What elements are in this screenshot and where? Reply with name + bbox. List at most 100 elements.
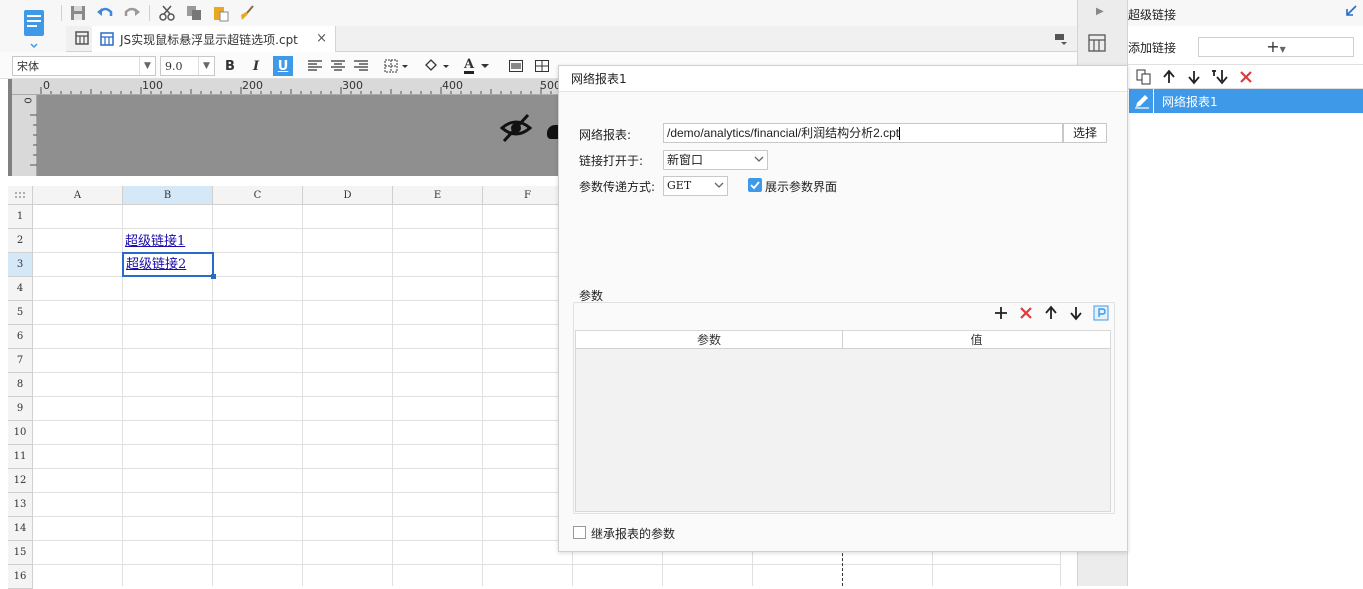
row-header[interactable]: 9: [8, 397, 33, 421]
show-params-label: 展示参数界面: [765, 180, 838, 194]
column-header[interactable]: D: [303, 186, 393, 205]
params-table: 参数 值: [575, 330, 1111, 512]
merge-cells-icon[interactable]: [506, 56, 526, 76]
row-header[interactable]: 12: [8, 469, 33, 493]
param-method-select[interactable]: GET: [663, 176, 728, 196]
row-header[interactable]: 3: [8, 253, 33, 277]
param-p-icon[interactable]: [1093, 305, 1109, 321]
inherit-params-label: 继承报表的参数: [591, 527, 676, 541]
row-header[interactable]: 16: [8, 565, 33, 589]
copy-icon[interactable]: [183, 2, 205, 24]
select-button[interactable]: 选择: [1063, 123, 1107, 143]
add-link-button[interactable]: +▼: [1198, 37, 1354, 57]
chevron-down-icon: ▼: [1279, 45, 1286, 54]
canvas-background: [37, 95, 558, 176]
chevron-down-icon: [714, 181, 724, 189]
bold-button[interactable]: B: [220, 56, 240, 76]
move-down-icon[interactable]: [1186, 69, 1202, 85]
font-family-value: 宋体: [17, 60, 39, 73]
column-header[interactable]: B: [123, 186, 213, 205]
align-left-icon[interactable]: [305, 56, 325, 76]
ruler-tick-label: 500: [540, 79, 558, 92]
delete-icon[interactable]: [1238, 69, 1254, 85]
row-header[interactable]: 11: [8, 445, 33, 469]
hide-icon[interactable]: [499, 111, 533, 145]
tab-bar: JS实现鼠标悬浮显示超链选项.cpt ×: [66, 26, 1077, 52]
tab-file[interactable]: JS实现鼠标悬浮显示超链选项.cpt ×: [92, 26, 336, 52]
font-size-select[interactable]: 9.0 ▼: [160, 56, 215, 76]
logo-icon[interactable]: [12, 6, 56, 50]
row-header[interactable]: 13: [8, 493, 33, 517]
row-header[interactable]: 5: [8, 301, 33, 325]
add-link-label: 添加链接: [1128, 41, 1177, 55]
redo-icon[interactable]: [121, 2, 143, 24]
column-header[interactable]: 参数: [576, 331, 843, 349]
row-header[interactable]: 14: [8, 517, 33, 541]
row-header[interactable]: 1: [8, 205, 33, 229]
chevron-down-icon: ▼: [139, 57, 155, 75]
report-path-input[interactable]: /demo/analytics/financial/利润结构分析2.cpt: [663, 123, 1063, 143]
split-cells-icon[interactable]: [532, 56, 552, 76]
row-header[interactable]: 4: [8, 277, 33, 301]
gridline: [482, 205, 483, 586]
expand-right-icon[interactable]: ▶: [1096, 6, 1104, 17]
list-item-selected[interactable]: 网络报表1: [1129, 89, 1363, 113]
undo-icon[interactable]: [94, 2, 116, 24]
column-header[interactable]: E: [393, 186, 483, 205]
main-toolbar: JS实现鼠标悬浮显示超链选项.cpt ×: [0, 0, 1077, 52]
ruler-tick-label: 400: [442, 79, 463, 92]
grid-view-icon[interactable]: [74, 30, 90, 46]
italic-button[interactable]: I: [246, 56, 266, 76]
align-right-icon[interactable]: [351, 56, 371, 76]
tab-menu-icon[interactable]: [1054, 32, 1068, 46]
row-header[interactable]: 2: [8, 229, 33, 253]
tab-close-button[interactable]: ×: [316, 31, 327, 46]
network-report-dialog: 网络报表1 网络报表: /demo/analytics/financial/利润…: [558, 65, 1128, 552]
font-color-button[interactable]: A: [460, 56, 494, 76]
copy-icon[interactable]: [1136, 69, 1152, 85]
dialog-title: 网络报表1: [559, 66, 1127, 92]
inherit-params-checkbox[interactable]: [573, 526, 586, 539]
param-method-label: 参数传递方式:: [579, 180, 656, 194]
tab-title: JS实现鼠标悬浮显示超链选项.cpt: [120, 32, 298, 47]
row-header[interactable]: 15: [8, 541, 33, 565]
underline-button[interactable]: U: [273, 56, 293, 76]
paste-icon[interactable]: [210, 2, 232, 24]
row-header[interactable]: 10: [8, 421, 33, 445]
cell-b3-selected[interactable]: 超级链接2: [122, 252, 216, 279]
column-header[interactable]: 值: [843, 331, 1110, 349]
text-cursor: [899, 127, 901, 141]
chevron-down-icon: ▼: [198, 57, 214, 75]
column-header[interactable]: A: [33, 186, 123, 205]
open-in-value: 新窗口: [667, 153, 704, 167]
row-header[interactable]: 8: [8, 373, 33, 397]
add-param-icon[interactable]: [993, 305, 1009, 321]
font-family-select[interactable]: 宋体 ▼: [12, 56, 156, 76]
cut-icon[interactable]: [156, 2, 178, 24]
report-file-icon: [100, 32, 114, 46]
move-up-icon[interactable]: [1161, 69, 1177, 85]
fill-handle[interactable]: [211, 274, 216, 279]
hyperlink-text[interactable]: 超级链接2: [126, 257, 186, 272]
cell-b2[interactable]: 超级链接1: [125, 230, 185, 252]
param-down-icon[interactable]: [1068, 305, 1084, 321]
row-header[interactable]: 6: [8, 325, 33, 349]
show-params-checkbox[interactable]: [748, 178, 762, 192]
select-all-corner[interactable]: [8, 186, 33, 205]
format-painter-icon[interactable]: [237, 2, 259, 24]
column-header[interactable]: C: [213, 186, 303, 205]
border-icon[interactable]: [382, 56, 412, 76]
delete-param-icon[interactable]: [1018, 305, 1034, 321]
save-icon[interactable]: [67, 2, 89, 24]
open-in-select[interactable]: 新窗口: [663, 150, 768, 170]
row-header[interactable]: 7: [8, 349, 33, 373]
divider: [1153, 89, 1154, 113]
collapse-panel-icon[interactable]: [1344, 4, 1358, 18]
align-center-icon[interactable]: [328, 56, 348, 76]
hyperlink-text[interactable]: 超级链接1: [125, 234, 185, 249]
fill-color-icon[interactable]: [422, 56, 452, 76]
report-label: 网络报表:: [579, 128, 632, 142]
move-bottom-icon[interactable]: [1211, 69, 1229, 85]
param-up-icon[interactable]: [1043, 305, 1059, 321]
cell-attribute-icon[interactable]: [1088, 34, 1106, 52]
